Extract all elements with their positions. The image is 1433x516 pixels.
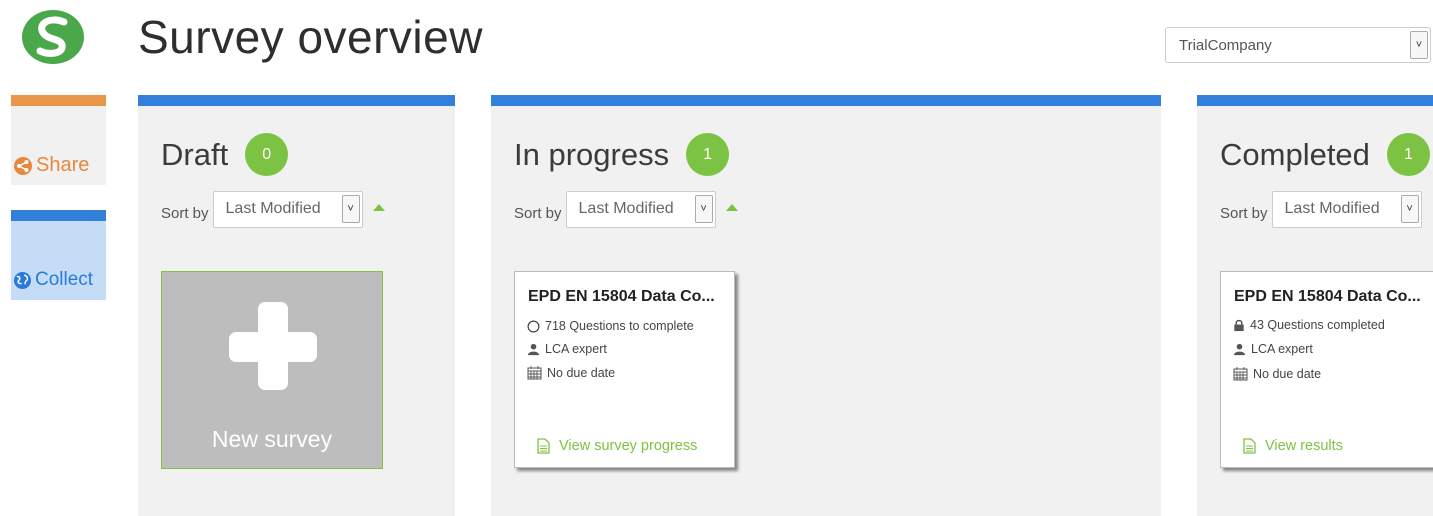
calendar-icon [527,366,542,380]
count-badge: 0 [245,133,289,176]
logo-icon [22,10,84,64]
survey-card[interactable]: EPD EN 15804 Data Co... 43 Questions com… [1220,271,1433,468]
sidebar-item-label: Collect [35,269,94,290]
sort-ascending-icon[interactable] [725,204,738,211]
circle-outline-icon [527,320,540,332]
sort-select[interactable]: Last Modified ˅ [1271,191,1422,228]
company-select-value: TrialCompany [1179,37,1272,54]
due-line: No due date [527,366,615,380]
view-survey-progress-link[interactable]: View survey progress [537,438,697,454]
count-badge: 1 [1386,133,1430,176]
column-title: Completed [1220,136,1370,172]
globe-icon [13,271,32,289]
sort-select-value: Last Modified [1284,200,1380,217]
cut-off-header-text: ˉˉˉ ˉ ˉ ˉˉˉˉˉ ˉˉˉˉ ˉ [1166,0,1406,4]
column-title: Draft [161,136,229,172]
role-line: LCA expert [527,342,607,356]
view-results-link[interactable]: View results [1243,438,1343,454]
sort-select[interactable]: Last Modified ˅ [565,191,716,228]
questions-line: 718 Questions to complete [527,319,694,333]
user-icon [527,343,540,355]
count-badge: 1 [686,133,730,176]
link-label: View survey progress [559,438,698,454]
chevron-down-icon[interactable]: ˅ [1410,31,1428,59]
new-survey-button[interactable]: New survey [161,271,383,469]
role-text: LCA expert [1251,342,1313,356]
role-line: LCA expert [1233,342,1313,356]
sidebar-item-share[interactable]: Share [11,95,106,185]
sort-ascending-icon[interactable] [372,204,385,211]
sort-select-value: Last Modified [225,200,321,217]
survey-card[interactable]: EPD EN 15804 Data Co... 718 Questions to… [514,271,735,468]
survey-card-title: EPD EN 15804 Data Co... [528,288,715,305]
user-icon [1233,343,1246,355]
sidebar-item-collect[interactable]: Collect [11,210,106,300]
new-survey-label: New survey [211,426,333,452]
sort-label: Sort by [1220,205,1268,222]
chevron-down-icon[interactable]: ˅ [1400,195,1419,223]
calendar-icon [1233,367,1248,381]
lock-icon [1234,319,1244,331]
page-title: Survey overview [138,11,483,63]
role-text: LCA expert [545,342,607,356]
chevron-down-icon[interactable]: ˅ [694,195,713,223]
chevron-down-icon[interactable]: ˅ [341,195,360,223]
document-icon [1243,438,1256,454]
plus-icon-bar [229,332,317,362]
sort-label: Sort by [514,205,562,222]
completed-column: Completed 1 Sort by Last Modified ˅ EPD … [1197,95,1433,516]
link-label: View results [1265,438,1343,454]
company-select[interactable]: TrialCompany ˅ [1165,27,1431,63]
questions-text: 718 Questions to complete [545,319,694,333]
due-text: No due date [1253,367,1322,381]
survey-card-title: EPD EN 15804 Data Co... [1234,288,1421,305]
in-progress-column: In progress 1 Sort by Last Modified ˅ EP… [491,95,1161,516]
app-logo[interactable] [20,8,86,66]
sort-select-value: Last Modified [578,200,674,217]
due-line: No due date [1233,367,1321,381]
column-title: In progress [514,136,670,172]
draft-column: Draft 0 Sort by Last Modified ˅ New surv… [138,95,455,516]
questions-text: 43 Questions completed [1250,318,1385,332]
sort-label: Sort by [161,205,209,222]
document-icon [537,438,550,454]
questions-line: 43 Questions completed [1233,318,1385,332]
sort-select[interactable]: Last Modified ˅ [212,191,363,228]
sidebar-item-label: Share [36,154,90,176]
due-text: No due date [547,366,616,380]
share-icon [14,156,32,175]
